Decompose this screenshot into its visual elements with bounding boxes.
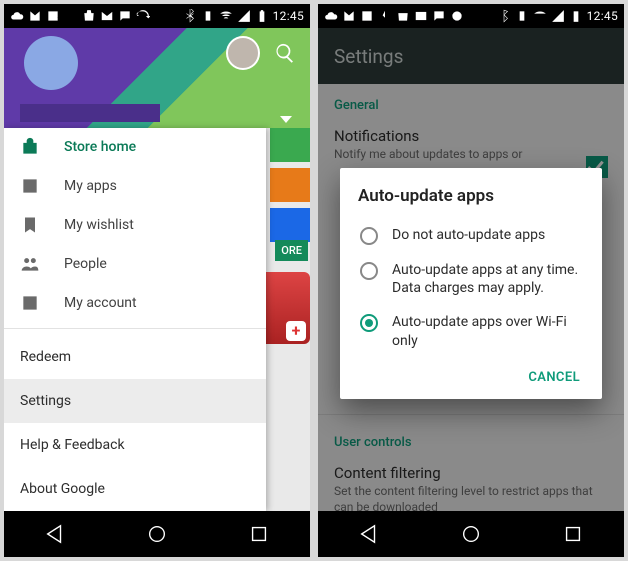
drawer-item-my-apps[interactable]: My apps	[4, 167, 266, 206]
bag-icon	[20, 137, 40, 157]
system-navbar	[318, 511, 624, 557]
gmail-icon	[100, 9, 114, 23]
drawer-item-label: My apps	[64, 178, 117, 194]
drawer-item-label: People	[64, 256, 107, 272]
account-dropdown-icon[interactable]	[280, 116, 292, 123]
dialog-title: Auto-update apps	[358, 186, 584, 206]
drawer-item-account[interactable]: My account	[4, 283, 266, 322]
drawer-item-label: My account	[64, 295, 137, 311]
radio-icon	[360, 262, 378, 280]
radio-label: Do not auto-update apps	[392, 226, 545, 244]
sync-icon	[450, 9, 464, 23]
download-icon	[64, 9, 78, 23]
recents-icon[interactable]	[248, 523, 270, 545]
background-tiles	[270, 128, 310, 248]
people-icon	[20, 254, 40, 274]
wifi-icon	[219, 9, 233, 23]
vibrate-icon	[201, 9, 215, 23]
drawer-item-label: My wishlist	[64, 217, 134, 233]
radio-icon	[360, 227, 378, 245]
status-bar: 12:45	[318, 4, 624, 28]
drawer-item-redeem[interactable]: Redeem	[4, 335, 266, 379]
sync-icon	[136, 9, 150, 23]
more-chip[interactable]: ORE	[275, 240, 308, 261]
drawer-item-label: Store home	[64, 139, 136, 155]
bluetooth-icon	[183, 9, 197, 23]
store-icon	[396, 9, 410, 23]
chat-icon	[432, 9, 446, 23]
radio-icon-selected	[360, 314, 378, 332]
left-content: ORE + Store home My apps My wishlist Peo…	[4, 28, 310, 511]
home-icon[interactable]	[460, 523, 482, 545]
wifi-icon	[533, 9, 547, 23]
back-icon[interactable]	[358, 523, 380, 545]
drawer-item-settings[interactable]: Settings	[4, 379, 266, 423]
radio-option-any-time[interactable]: Auto-update apps at any time. Data charg…	[358, 253, 584, 305]
status-bar: 12:45	[4, 4, 310, 28]
battery-icon	[569, 9, 583, 23]
header-underline	[20, 104, 160, 122]
secondary-avatar[interactable]	[226, 36, 260, 70]
signal-icon	[237, 9, 251, 23]
radio-option-no-update[interactable]: Do not auto-update apps	[358, 218, 584, 253]
drawer-item-help[interactable]: Help & Feedback	[4, 423, 266, 467]
divider	[4, 328, 266, 329]
image-icon	[360, 9, 374, 23]
radio-label: Auto-update apps at any time. Data charg…	[392, 261, 582, 297]
chat-icon	[118, 9, 132, 23]
store-icon	[82, 9, 96, 23]
download-icon	[378, 9, 392, 23]
system-navbar	[4, 511, 310, 557]
person-icon	[20, 293, 40, 313]
user-avatar-large[interactable]	[24, 36, 78, 90]
phone-left: 12:45 ORE + Store home My apps	[4, 4, 310, 557]
drawer-item-store-home[interactable]: Store home	[4, 128, 266, 167]
right-content: Settings General Notifications Notify me…	[318, 28, 624, 511]
radio-option-wifi-only[interactable]: Auto-update apps over Wi-Fi only	[358, 305, 584, 357]
cancel-button[interactable]: CANCEL	[528, 370, 580, 385]
back-icon[interactable]	[44, 523, 66, 545]
apps-icon	[20, 176, 40, 196]
mail-icon	[342, 9, 356, 23]
recents-icon[interactable]	[562, 523, 584, 545]
drawer-item-about[interactable]: About Google	[4, 467, 266, 511]
signal-icon	[551, 9, 565, 23]
radio-label: Auto-update apps over Wi-Fi only	[392, 313, 582, 349]
search-icon[interactable]	[274, 42, 296, 68]
drawer-item-people[interactable]: People	[4, 244, 266, 283]
auto-update-dialog: Auto-update apps Do not auto-update apps…	[340, 168, 602, 399]
image-icon	[46, 9, 60, 23]
app-badge: +	[286, 321, 306, 341]
home-icon[interactable]	[146, 523, 168, 545]
mail-icon	[28, 9, 42, 23]
clock: 12:45	[273, 9, 304, 23]
cloud-icon	[324, 9, 338, 23]
phone-right: 12:45 Settings General Notifications Not…	[318, 4, 624, 557]
clock: 12:45	[587, 9, 618, 23]
battery-icon	[255, 9, 269, 23]
gmail-icon	[414, 9, 428, 23]
cloud-icon	[10, 9, 24, 23]
bookmark-icon	[20, 215, 40, 235]
bluetooth-icon	[497, 9, 511, 23]
nav-drawer: Store home My apps My wishlist People My…	[4, 128, 266, 511]
vibrate-icon	[515, 9, 529, 23]
drawer-item-wishlist[interactable]: My wishlist	[4, 206, 266, 245]
